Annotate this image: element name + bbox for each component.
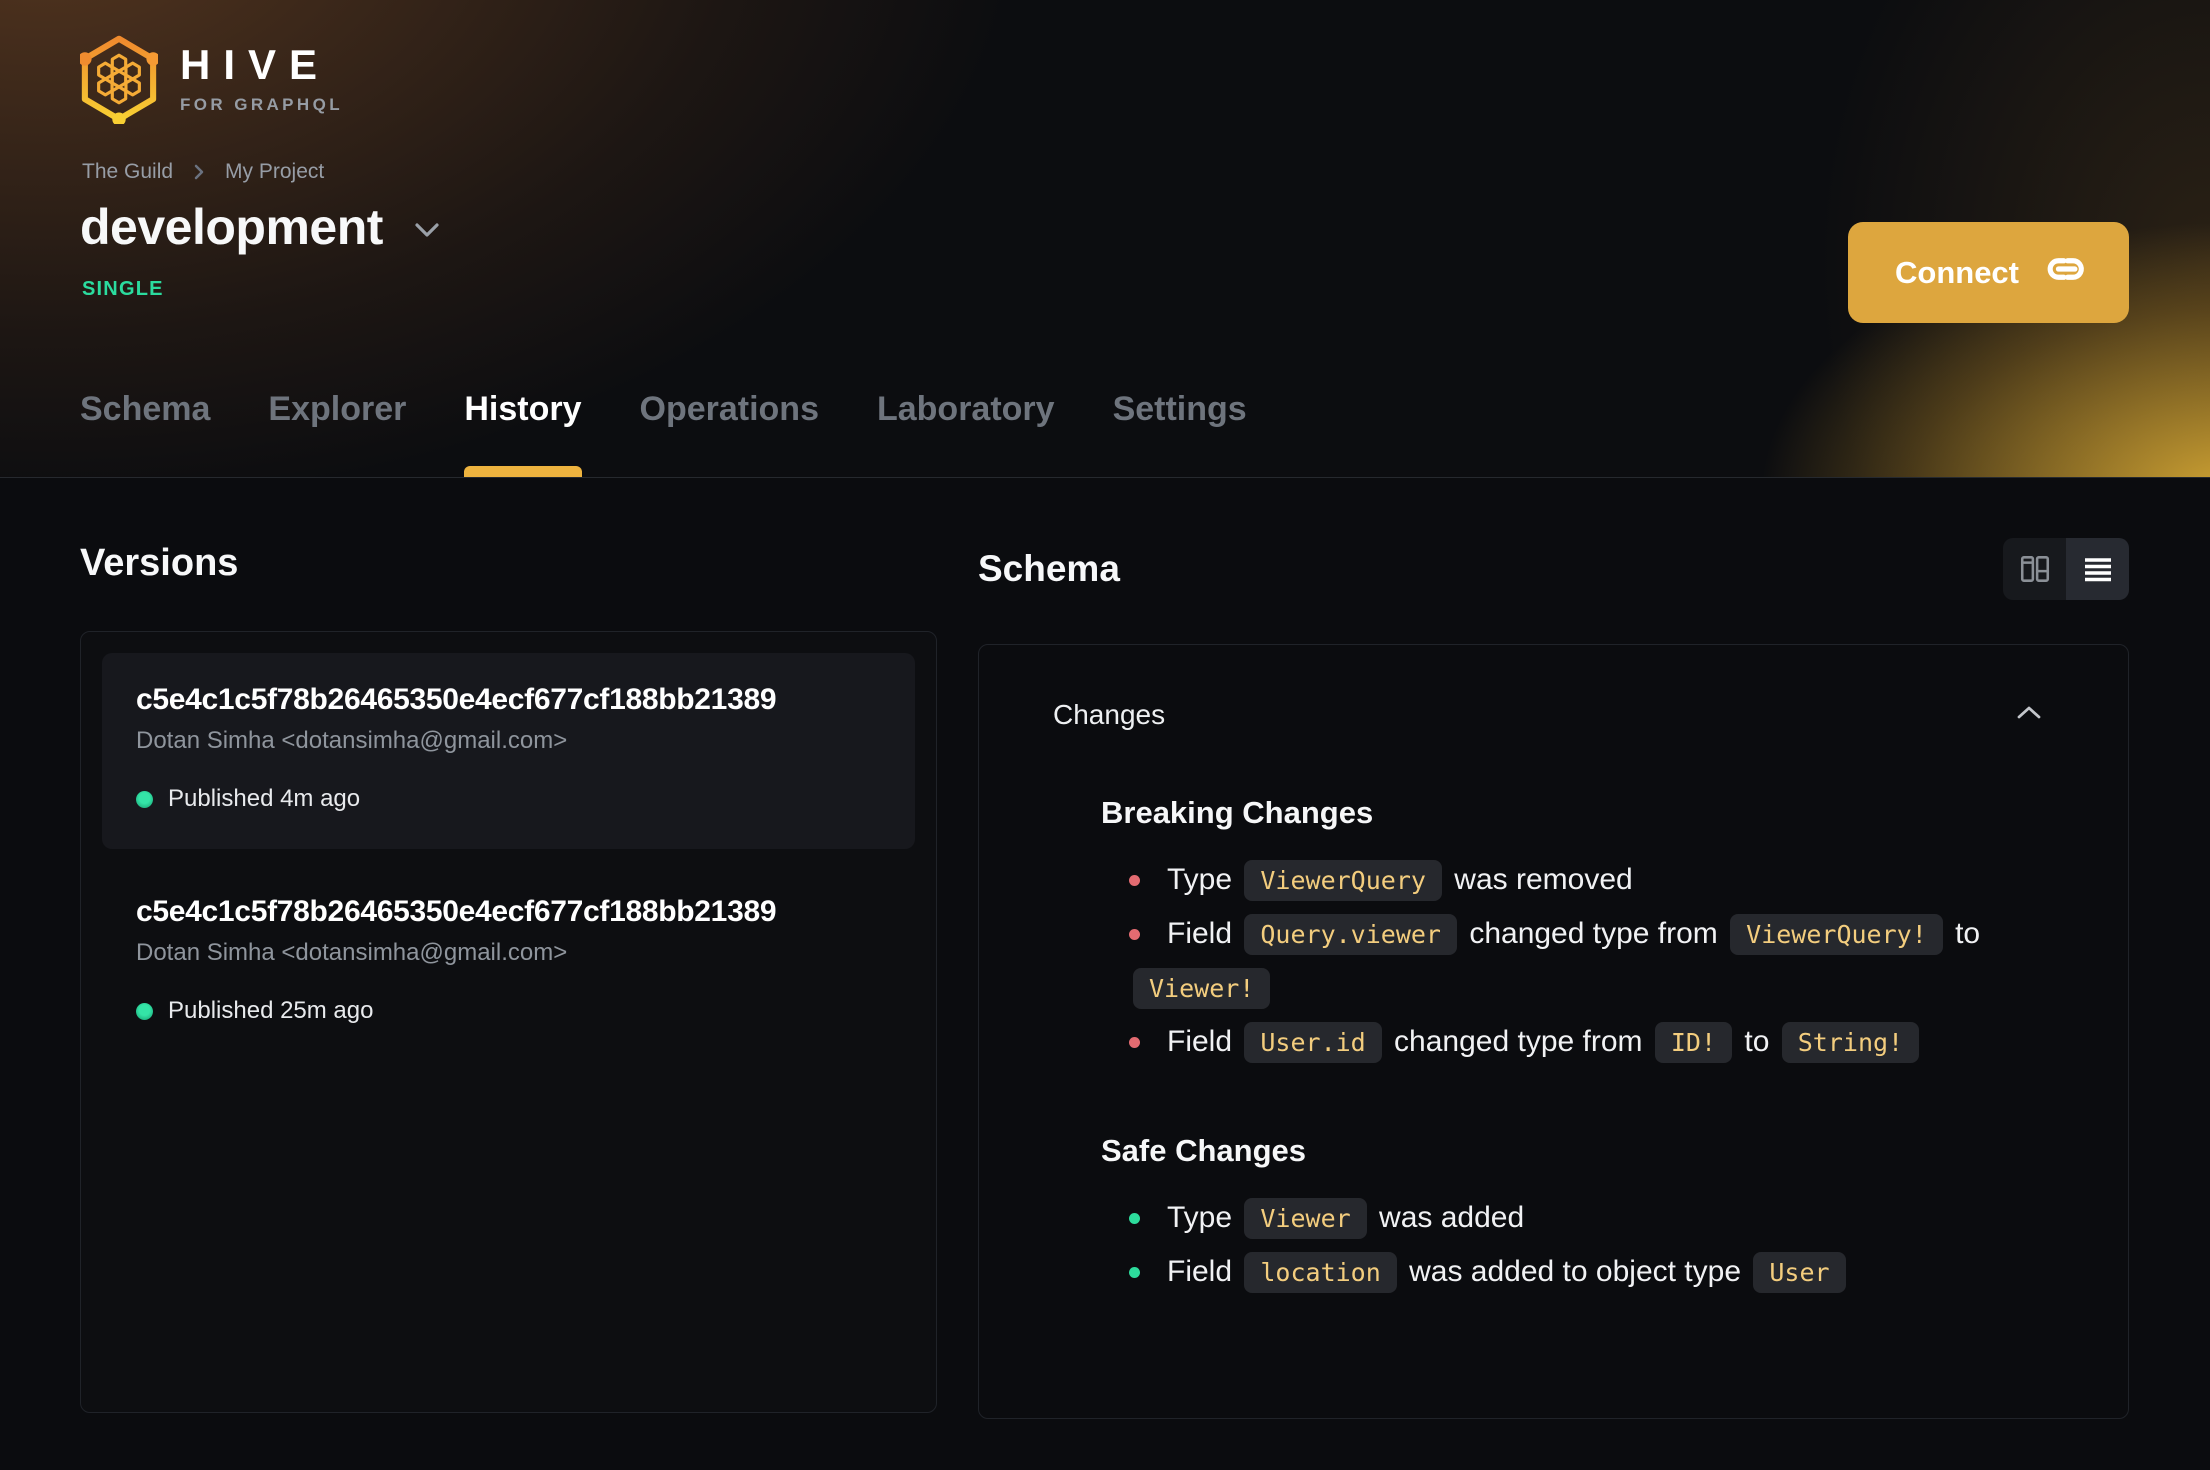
split-view-icon — [2020, 556, 2049, 582]
version-card[interactable]: c5e4c1c5f78b26465350e4ecf677cf188bb21389… — [102, 865, 915, 1061]
view-mode-toggle — [2003, 538, 2129, 600]
safe-changes-heading: Safe Changes — [1101, 1133, 1307, 1168]
breadcrumb-org-link[interactable]: The Guild — [82, 160, 173, 184]
changes-collapse-header[interactable]: Changes — [1053, 699, 2068, 731]
brand-text: HIVE FOR GRAPHQL — [180, 40, 344, 115]
change-item: Type Viewer was added — [1129, 1191, 2061, 1245]
version-card[interactable]: c5e4c1c5f78b26465350e4ecf677cf188bb21389… — [102, 653, 915, 849]
change-item: Field User.id changed type from ID! to S… — [1129, 1015, 2061, 1069]
change-item: Field location was added to object type … — [1129, 1245, 2061, 1299]
change-item: Type ViewerQuery was removed — [1129, 853, 2061, 907]
code-chip: Viewer — [1244, 1198, 1367, 1239]
tab-history[interactable]: History — [464, 390, 582, 477]
code-chip: Viewer! — [1133, 968, 1271, 1009]
safe-bullet-icon — [1129, 1213, 1140, 1224]
published-status-icon — [136, 1002, 153, 1020]
safe-bullet-icon — [1129, 1267, 1140, 1278]
tab-schema[interactable]: Schema — [80, 390, 210, 477]
change-item: Field Query.viewer changed type from Vie… — [1129, 907, 2061, 1015]
link-icon — [2041, 247, 2085, 299]
breaking-bullet-icon — [1129, 929, 1140, 940]
breaking-changes-list: Type ViewerQuery was removed Field Query.… — [1101, 853, 2061, 1069]
main-content: Versions c5e4c1c5f78b26465350e4ecf677cf1… — [0, 478, 2210, 1419]
list-view-icon — [2084, 558, 2111, 582]
brand-logo[interactable]: HIVE FOR GRAPHQL — [80, 34, 343, 124]
connect-button[interactable]: Connect — [1848, 222, 2129, 323]
page-title: development — [80, 199, 383, 255]
version-status: Published 25m ago — [136, 997, 881, 1025]
list-view-button[interactable] — [2066, 538, 2129, 600]
change-text: Field — [1167, 1025, 1241, 1058]
brand-name: HIVE — [180, 40, 331, 88]
code-chip: User — [1753, 1252, 1846, 1293]
connect-button-label: Connect — [1895, 254, 2019, 290]
version-author: Dotan Simha <dotansimha@gmail.com> — [136, 939, 568, 966]
change-text: was added — [1370, 1201, 1525, 1234]
code-chip: ViewerQuery — [1244, 860, 1442, 901]
changes-title: Changes — [1053, 699, 1166, 730]
page-header: HIVE FOR GRAPHQL The Guild My Project de… — [0, 0, 2210, 478]
code-chip: Query.viewer — [1244, 914, 1457, 955]
change-text: Type — [1167, 1201, 1241, 1234]
version-status-label: Published 25m ago — [168, 997, 374, 1024]
code-chip: String! — [1781, 1022, 1920, 1063]
changes-body: Breaking Changes Type ViewerQuery was rem… — [1053, 795, 2068, 1299]
chevron-right-icon — [191, 160, 207, 184]
breaking-changes-heading: Breaking Changes — [1101, 795, 1374, 830]
schema-heading: Schema — [978, 548, 1120, 589]
version-author: Dotan Simha <dotansimha@gmail.com> — [136, 727, 568, 754]
change-text: changed type from — [1460, 917, 1727, 950]
tab-bar: Schema Explorer History Operations Laborator… — [80, 390, 1247, 477]
change-text: Type — [1167, 863, 1241, 896]
change-text: Field — [1167, 1255, 1241, 1288]
versions-heading: Versions — [80, 542, 239, 584]
breadcrumb: The Guild My Project — [82, 160, 324, 184]
version-status: Published 4m ago — [136, 785, 881, 813]
code-chip: User.id — [1244, 1022, 1382, 1063]
change-text: to — [1946, 917, 1981, 950]
tab-laboratory[interactable]: Laboratory — [877, 390, 1055, 477]
version-hash: c5e4c1c5f78b26465350e4ecf677cf188bb21389 — [136, 683, 777, 716]
code-chip: ViewerQuery! — [1730, 914, 1943, 955]
breaking-bullet-icon — [1129, 875, 1140, 886]
chevron-up-icon[interactable] — [2014, 703, 2044, 728]
chevron-down-icon[interactable] — [413, 221, 441, 244]
code-chip: location — [1244, 1252, 1397, 1293]
published-status-icon — [136, 790, 153, 808]
code-chip: ID! — [1654, 1022, 1733, 1063]
tab-explorer[interactable]: Explorer — [268, 390, 406, 477]
change-text: changed type from — [1385, 1025, 1651, 1058]
versions-panel: c5e4c1c5f78b26465350e4ecf677cf188bb21389… — [80, 631, 937, 1413]
versions-column: Versions c5e4c1c5f78b26465350e4ecf677cf1… — [80, 478, 937, 1419]
changes-panel: Changes Breaking Changes Type ViewerQuery… — [978, 644, 2129, 1419]
schema-column: Schema Changes Breaking Changes Type Vie… — [978, 478, 2129, 1419]
safe-changes-list: Type Viewer was added Field location was … — [1101, 1191, 2061, 1299]
version-hash: c5e4c1c5f78b26465350e4ecf677cf188bb21389 — [136, 895, 777, 928]
split-view-button[interactable] — [2003, 538, 2066, 600]
hive-logo-icon — [80, 35, 158, 124]
tab-settings[interactable]: Settings — [1113, 390, 1247, 477]
version-status-label: Published 4m ago — [168, 785, 361, 812]
change-text: was removed — [1445, 863, 1633, 896]
target-mode-badge: SINGLE — [82, 278, 164, 300]
change-text: was added to object type — [1400, 1255, 1750, 1288]
breadcrumb-project-link[interactable]: My Project — [225, 160, 324, 184]
brand-tagline: FOR GRAPHQL — [180, 94, 344, 114]
change-text: Field — [1167, 917, 1241, 950]
change-text: to — [1736, 1025, 1778, 1058]
tab-operations[interactable]: Operations — [640, 390, 819, 477]
breaking-bullet-icon — [1129, 1037, 1140, 1048]
